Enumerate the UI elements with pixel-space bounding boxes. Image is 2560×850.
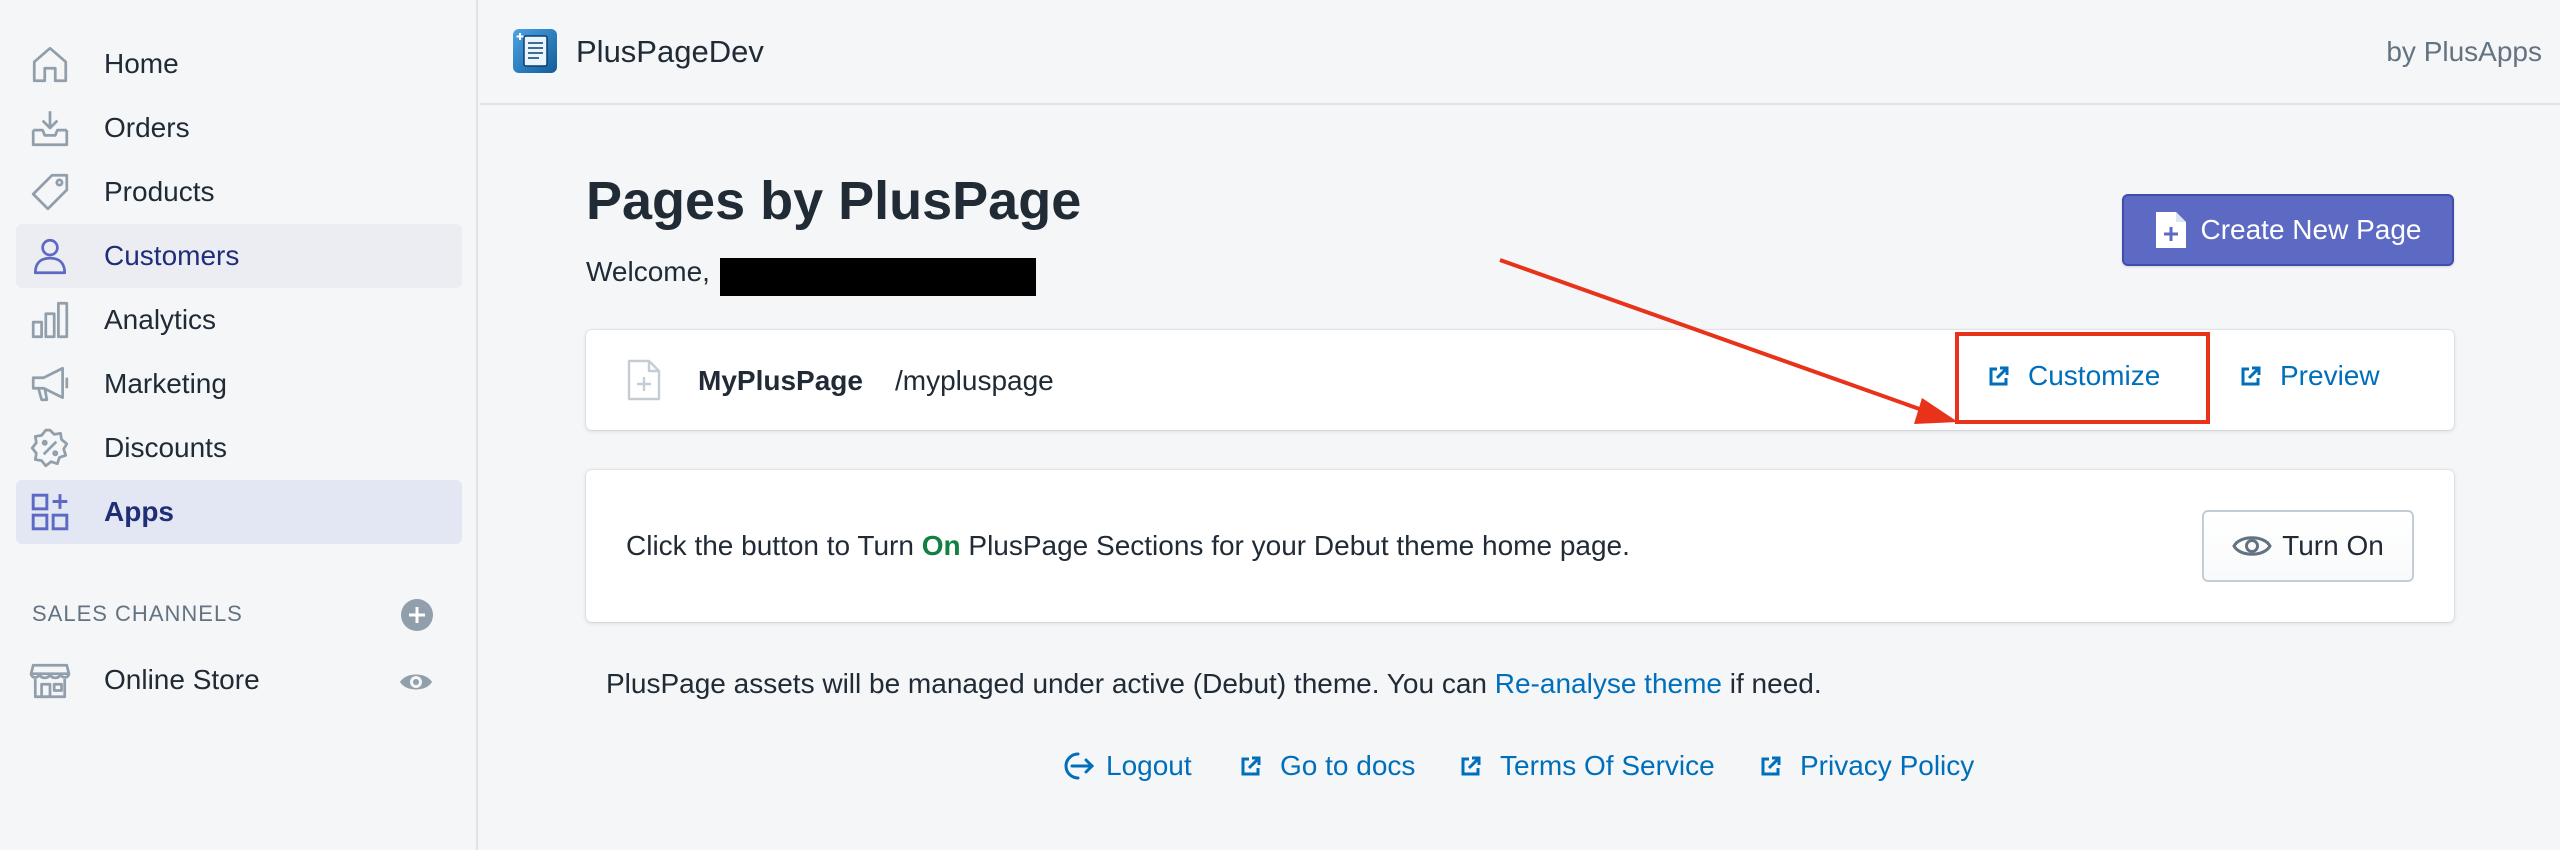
on-word: On	[921, 530, 961, 561]
turn-on-button[interactable]: Turn On	[2202, 510, 2414, 582]
external-link-icon	[1241, 756, 1261, 776]
megaphone-icon	[28, 362, 72, 406]
sidebar-item-label: Analytics	[104, 304, 217, 335]
turn-on-card: Click the button to Turn On PlusPage Sec…	[586, 470, 2454, 622]
view-store-eye-icon[interactable]	[398, 664, 434, 700]
external-link-icon	[1461, 756, 1481, 776]
create-new-page-button[interactable]: Create New Page	[2122, 194, 2454, 266]
terms-of-service-link[interactable]: Terms Of Service	[1460, 750, 1715, 782]
eye-icon	[2232, 536, 2272, 556]
redacted-username	[720, 258, 1036, 296]
app-byline: by PlusApps	[2386, 36, 2542, 67]
privacy-policy-link[interactable]: Privacy Policy	[1760, 750, 1974, 782]
logout-icon	[1064, 752, 1094, 780]
assets-note: PlusPage assets will be managed under ac…	[606, 668, 1822, 699]
go-to-docs-link[interactable]: Go to docs	[1240, 750, 1415, 782]
preview-label: Preview	[2280, 360, 2380, 391]
sidebar: Home Orders Products Customers Analytics…	[0, 0, 478, 850]
tag-icon	[28, 170, 72, 214]
bar-chart-icon	[28, 298, 72, 342]
sidebar-item-marketing[interactable]: Marketing	[16, 352, 462, 416]
reanalyse-theme-link[interactable]: Re-analyse theme	[1495, 668, 1722, 699]
sidebar-item-analytics[interactable]: Analytics	[16, 288, 462, 352]
sidebar-item-online-store[interactable]: Online Store	[16, 648, 462, 712]
sidebar-item-label: Marketing	[104, 368, 227, 399]
sidebar-item-label: Discounts	[104, 432, 227, 463]
apps-icon	[28, 490, 72, 534]
welcome-text: Welcome,	[586, 256, 710, 287]
app-logo-icon	[512, 28, 558, 74]
new-page-icon	[2156, 212, 2187, 248]
app-topbar: PlusPageDev by PlusApps	[480, 0, 2560, 105]
app-name: PlusPageDev	[576, 34, 764, 69]
logout-link[interactable]: Logout	[1060, 750, 1192, 782]
add-sales-channel-icon[interactable]	[400, 598, 434, 632]
page-document-icon	[626, 358, 662, 402]
preview-button[interactable]: Preview	[2240, 360, 2380, 392]
annotation-highlight-box	[1955, 332, 2210, 424]
external-link-icon	[2241, 366, 2261, 386]
sidebar-item-label: Home	[104, 48, 179, 79]
sidebar-item-label: Orders	[104, 112, 190, 143]
sidebar-item-customers[interactable]: Customers	[16, 224, 462, 288]
sidebar-item-label: Online Store	[104, 664, 260, 695]
person-icon	[28, 234, 72, 278]
turn-on-label: Turn On	[2282, 530, 2384, 561]
sidebar-item-label: Customers	[104, 240, 240, 271]
discount-icon	[28, 426, 72, 470]
store-icon	[28, 658, 72, 702]
turn-on-instructions: Click the button to Turn On PlusPage Sec…	[626, 530, 1630, 561]
sidebar-item-orders[interactable]: Orders	[16, 96, 462, 160]
page-title: Pages by PlusPage	[586, 171, 1082, 231]
orders-icon	[28, 106, 72, 150]
sidebar-item-label: Products	[104, 176, 215, 207]
page-slug: /mypluspage	[895, 365, 1054, 396]
sidebar-item-discounts[interactable]: Discounts	[16, 416, 462, 480]
sidebar-item-home[interactable]: Home	[16, 32, 462, 96]
create-new-page-label: Create New Page	[2200, 214, 2422, 245]
sales-channels-header: SALES CHANNELS	[32, 601, 243, 626]
home-icon	[28, 42, 72, 86]
external-link-icon	[1761, 756, 1781, 776]
sidebar-item-products[interactable]: Products	[16, 160, 462, 224]
sidebar-item-label: Apps	[104, 496, 174, 527]
page-name: MyPlusPage	[698, 365, 863, 396]
sidebar-item-apps[interactable]: Apps	[16, 480, 462, 544]
